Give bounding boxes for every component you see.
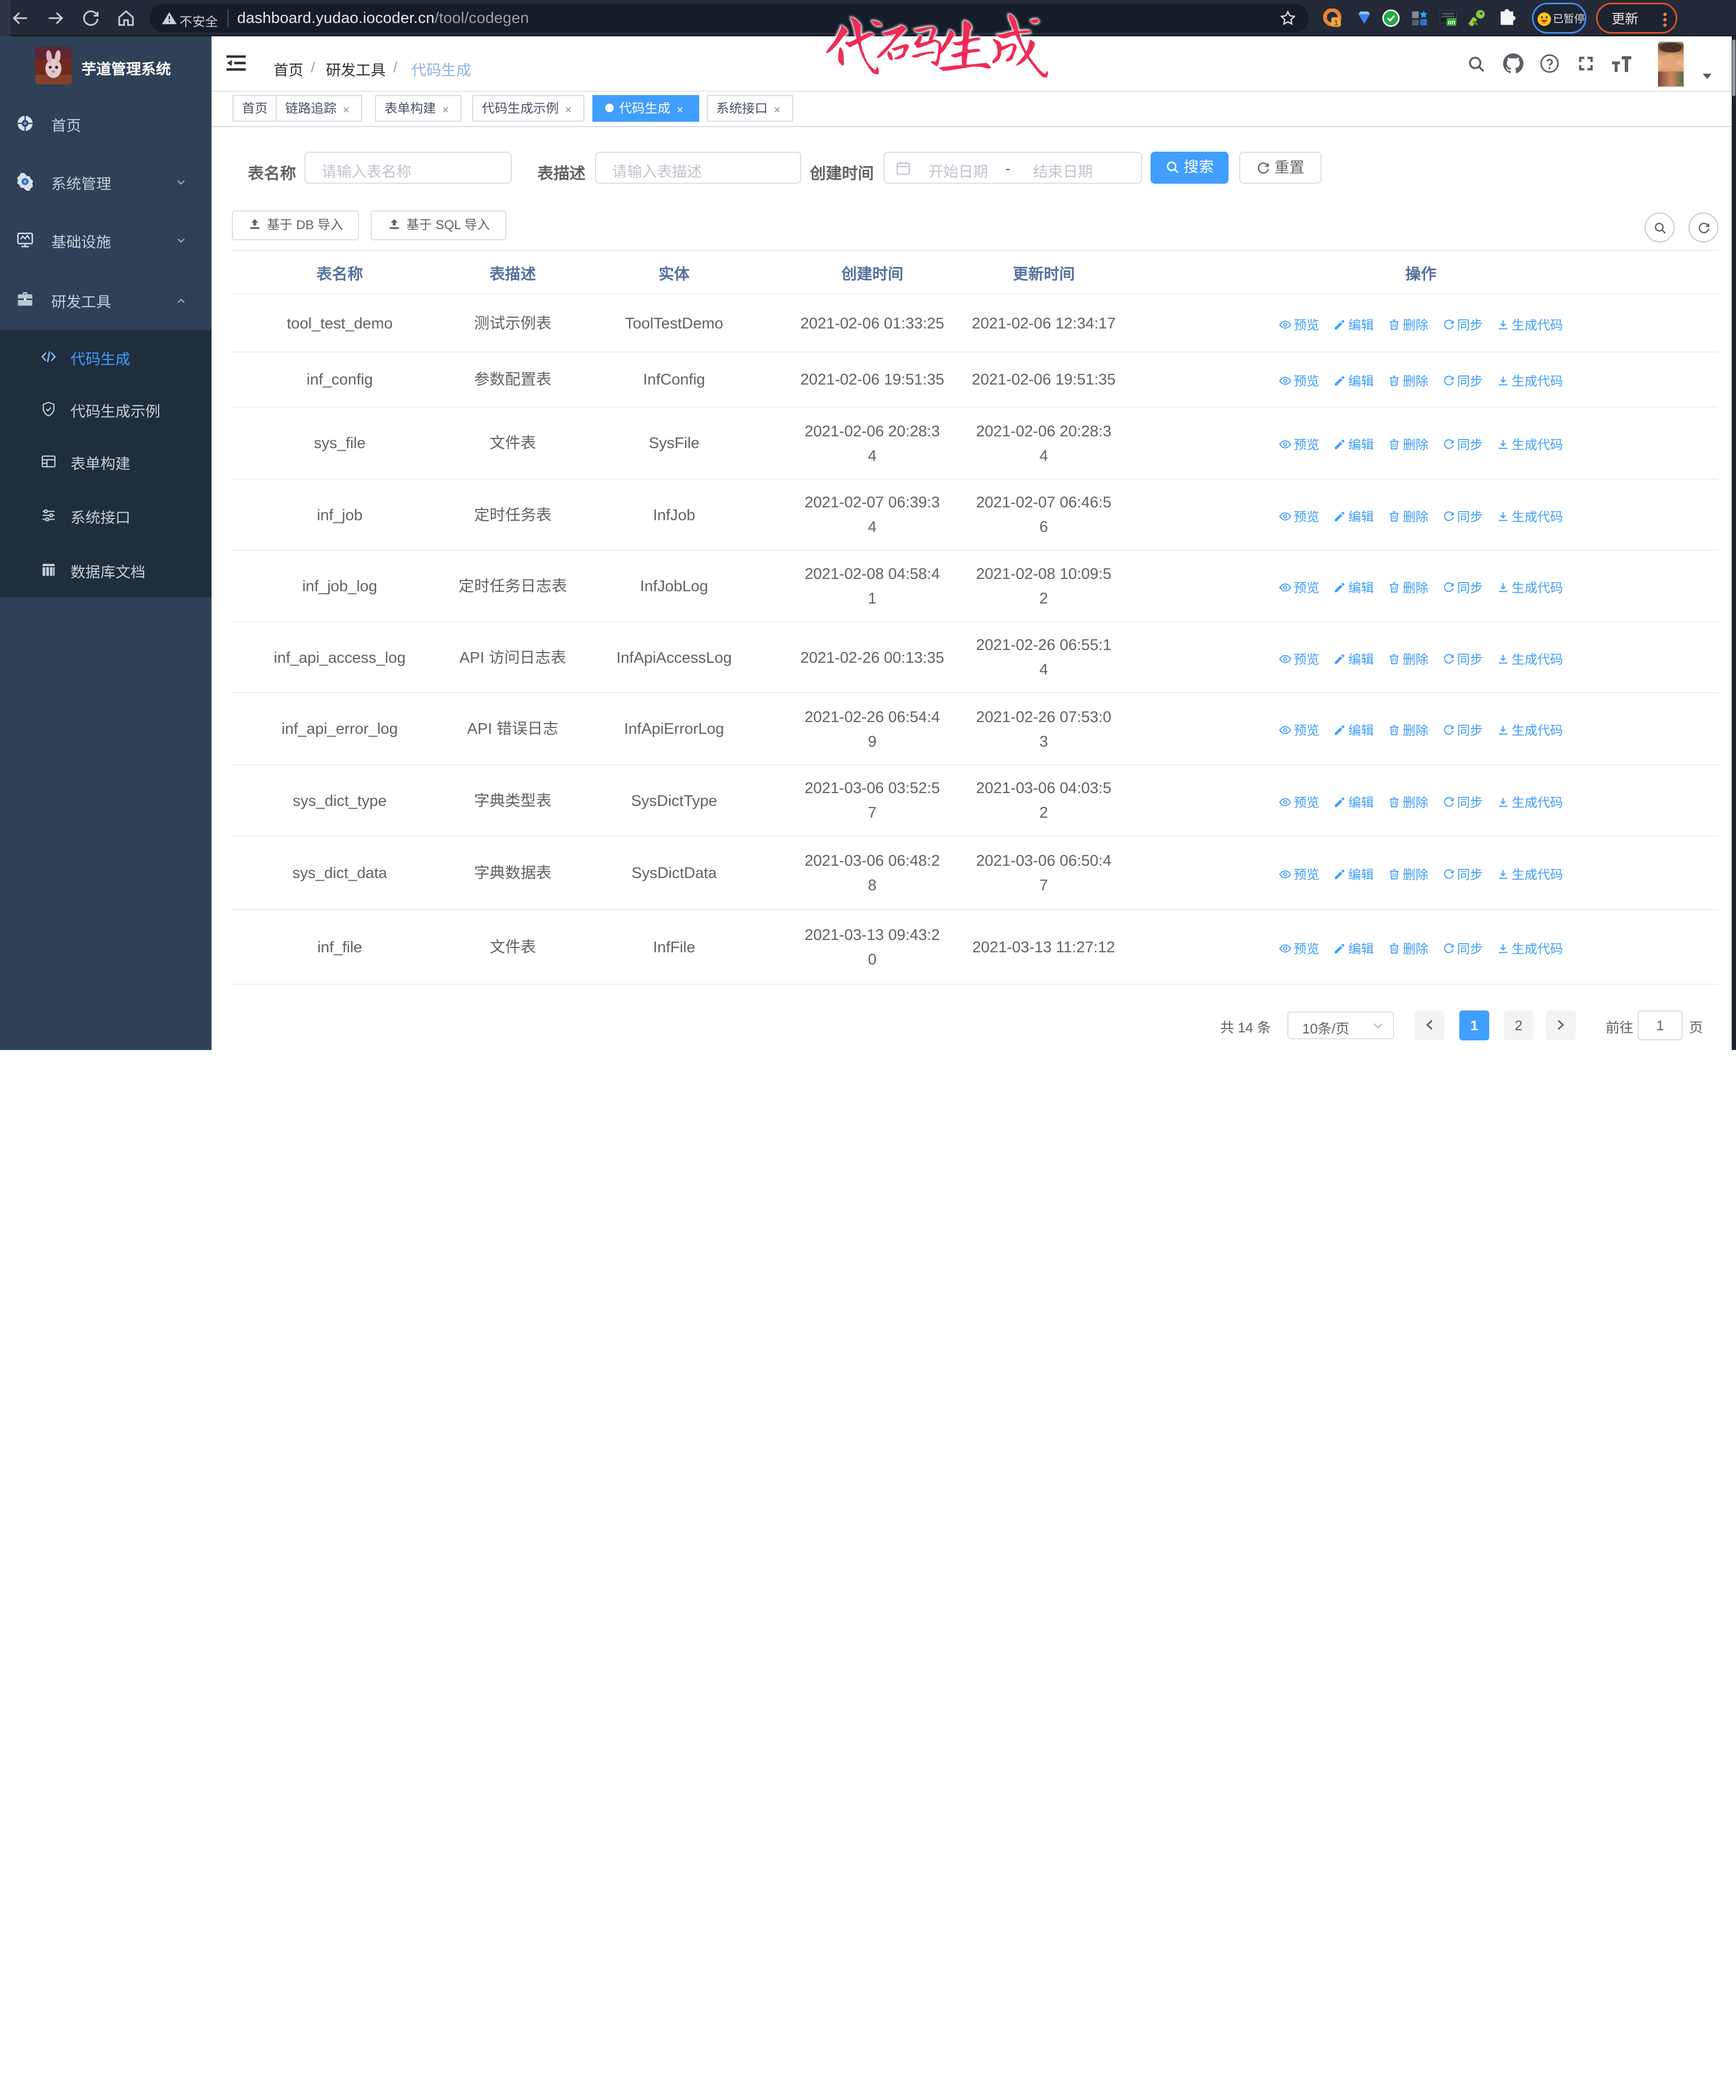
svg-text:1: 1: [1334, 19, 1338, 28]
svg-text:on: on: [1448, 19, 1455, 26]
